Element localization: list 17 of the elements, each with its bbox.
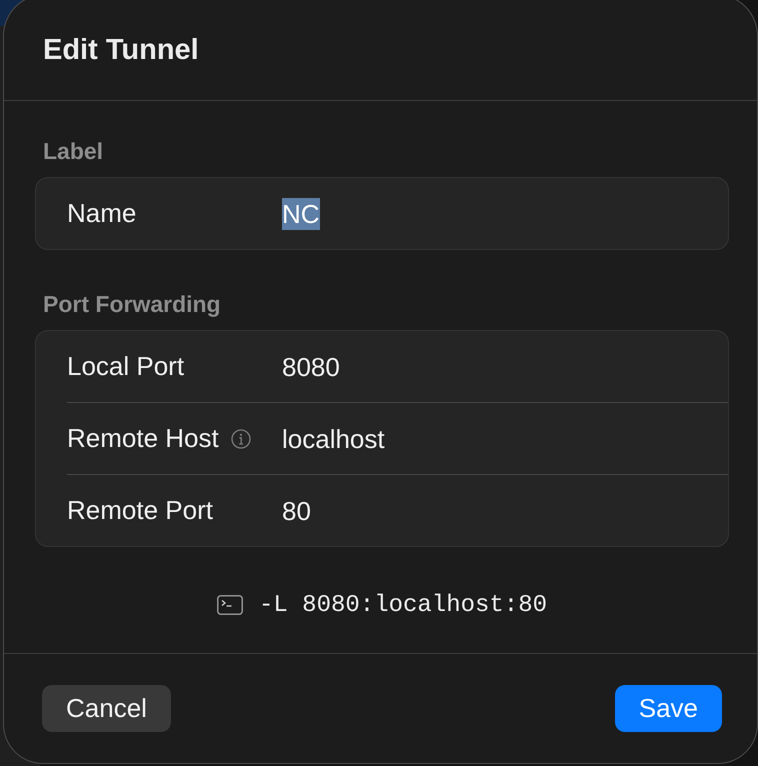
text-field[interactable]: 8080 bbox=[282, 331, 728, 402]
field-label: Remote Host bbox=[67, 423, 219, 454]
command-text: -L 8080:localhost:80 bbox=[258, 592, 548, 618]
dialog-title: Edit Tunnel bbox=[43, 34, 199, 67]
cancel-button[interactable]: Cancel bbox=[42, 685, 171, 732]
selected-text: NC bbox=[282, 198, 320, 230]
field-label: Local Port bbox=[67, 351, 184, 382]
text-field[interactable]: NC bbox=[282, 178, 728, 249]
field-label: Remote Port bbox=[67, 495, 213, 526]
text-field[interactable]: localhost bbox=[282, 403, 728, 474]
section-header: Port Forwarding bbox=[42, 292, 222, 316]
text-field[interactable]: 80 bbox=[282, 475, 728, 546]
field-label: Name bbox=[67, 198, 136, 229]
terminal-icon bbox=[216, 595, 243, 615]
section-header: Label bbox=[42, 139, 104, 163]
info-icon[interactable] bbox=[230, 428, 251, 448]
save-button[interactable]: Save bbox=[614, 685, 722, 732]
